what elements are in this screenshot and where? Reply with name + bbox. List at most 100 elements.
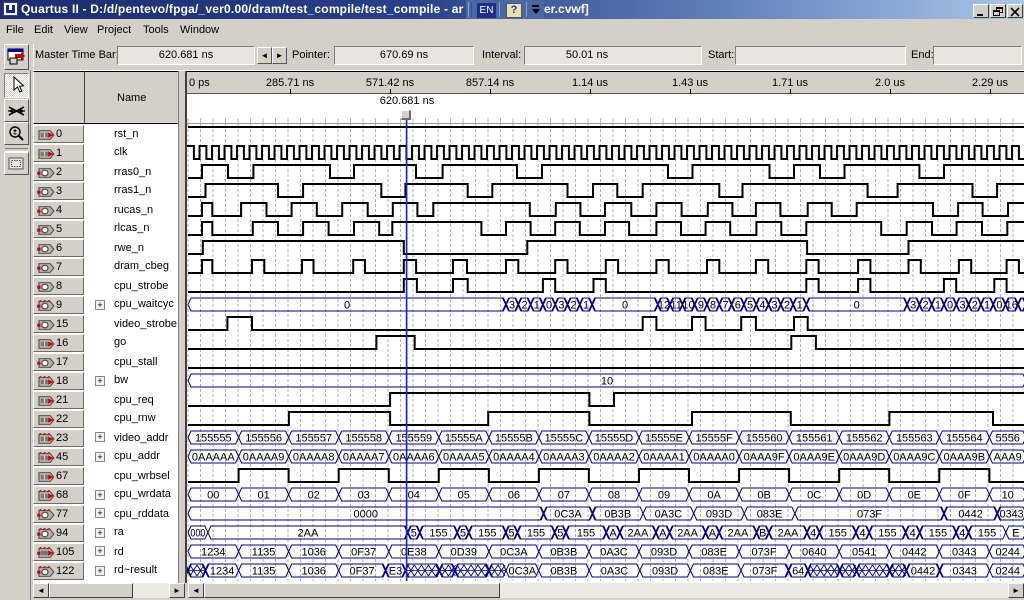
svg-text:I: I [43,131,45,140]
svg-text:9: 9 [698,300,704,312]
svg-text:15555E: 15555E [645,433,683,445]
svg-text:0343: 0343 [1000,509,1024,521]
svg-text:0F37: 0F37 [350,566,375,578]
svg-text:0A3C: 0A3C [601,566,629,578]
svg-text:I: I [43,397,45,406]
svg-text:I: I [43,150,45,159]
svg-text:0A3C: 0A3C [655,509,683,521]
svg-text:5: 5 [747,300,753,312]
svg-text:155556: 155556 [245,433,282,445]
svg-text:4: 4 [859,528,865,540]
svg-text:0AAAA4: 0AAAA4 [493,452,535,464]
svg-text:000: 000 [190,528,205,540]
svg-text:0442: 0442 [911,566,935,578]
svg-text:155560: 155560 [746,433,783,445]
svg-text:5: 5 [411,528,417,540]
svg-text:0AAAA3: 0AAAA3 [543,452,585,464]
svg-text:08: 08 [608,490,620,502]
svg-text:4: 4 [959,528,965,540]
svg-text:15555A: 15555A [445,433,484,445]
svg-text:3: 3 [772,300,778,312]
svg-text:I: I [43,492,45,501]
svg-text:E3: E3 [389,566,402,578]
svg-text:1: 1 [534,300,540,312]
svg-text:155563: 155563 [896,433,933,445]
svg-text:0343: 0343 [952,566,976,578]
svg-text:0AAAA0: 0AAAA0 [693,452,735,464]
svg-text:2AA: 2AA [298,528,319,540]
svg-text:5: 5 [460,528,466,540]
svg-text:0B: 0B [757,490,770,502]
svg-text:083E: 083E [703,566,729,578]
svg-text:155561: 155561 [796,433,833,445]
svg-text:3: 3 [558,300,564,312]
svg-text:0244: 0244 [995,547,1019,559]
svg-text:155559: 155559 [395,433,432,445]
svg-text:2: 2 [521,300,527,312]
svg-text:0AAA9B: 0AAA9B [944,452,986,464]
svg-text:0: 0 [622,300,628,312]
svg-text:3: 3 [509,300,515,312]
svg-text:0A: 0A [707,490,721,502]
svg-text:0AAAAA: 0AAAAA [192,452,235,464]
svg-text:0A3C: 0A3C [600,547,628,559]
svg-text:B: B [759,528,766,540]
svg-text:0: 0 [854,300,860,312]
svg-text:I: I [43,416,45,425]
svg-text:0442: 0442 [902,547,926,559]
svg-text:AAA9: AAA9 [994,452,1022,464]
svg-text:0B3B: 0B3B [550,547,577,559]
svg-text:155: 155 [478,528,496,540]
svg-text:1: 1 [935,300,941,312]
svg-text:0AAA9E: 0AAA9E [793,452,835,464]
svg-text:3: 3 [959,300,965,312]
svg-text:4: 4 [759,300,765,312]
svg-text:04: 04 [408,490,420,502]
svg-text:0B3B: 0B3B [550,566,577,578]
svg-text:3: 3 [910,300,916,312]
svg-text:4: 4 [810,528,816,540]
svg-text:15555F: 15555F [695,433,733,445]
svg-text:155: 155 [978,528,996,540]
svg-text:073F: 073F [857,509,882,521]
svg-text:I: I [43,378,45,387]
svg-text:0AAA9D: 0AAA9D [843,452,885,464]
svg-text:2: 2 [784,300,790,312]
svg-text:A: A [659,528,667,540]
svg-text:06: 06 [508,490,520,502]
svg-text:155: 155 [577,528,595,540]
svg-text:2AA: 2AA [728,528,749,540]
svg-text:1: 1 [797,300,803,312]
svg-text:083E: 083E [757,509,783,521]
svg-text:15555D: 15555D [595,433,634,445]
svg-text:073F: 073F [752,547,777,559]
svg-text:8: 8 [710,300,716,312]
svg-text:09: 09 [658,490,670,502]
svg-text:1135: 1135 [252,566,276,578]
svg-text:0AAAA2: 0AAAA2 [593,452,635,464]
svg-text:10: 10 [601,376,613,388]
svg-text:0F: 0F [958,490,971,502]
svg-text:2AA: 2AA [628,528,649,540]
svg-text:0: 0 [996,300,1002,312]
svg-text:0C3A: 0C3A [554,509,582,521]
svg-text:0AAAA5: 0AAAA5 [443,452,485,464]
svg-text:03: 03 [358,490,370,502]
svg-text:1234: 1234 [210,566,234,578]
svg-text:2: 2 [922,300,928,312]
svg-text:0AAAA7: 0AAAA7 [343,452,385,464]
svg-text:155: 155 [878,528,896,540]
svg-text:A: A [609,528,617,540]
svg-text:0AAAA8: 0AAAA8 [293,452,335,464]
svg-text:093D: 093D [652,566,678,578]
svg-text:0C3A: 0C3A [509,566,537,578]
svg-text:0244: 0244 [996,566,1020,578]
svg-text:A: A [709,528,717,540]
svg-text:I: I [43,473,45,482]
svg-text:2AA: 2AA [778,528,799,540]
svg-text:0343: 0343 [952,547,976,559]
svg-text:0AAA9F: 0AAA9F [744,452,785,464]
svg-text:7: 7 [722,300,728,312]
svg-text:5556: 5556 [995,433,1019,445]
svg-text:0E: 0E [908,490,921,502]
